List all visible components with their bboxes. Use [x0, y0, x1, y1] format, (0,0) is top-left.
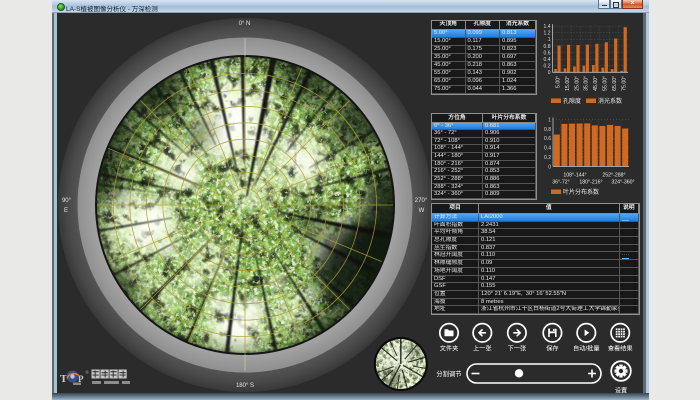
svg-text:0° N: 0° N	[239, 21, 251, 27]
svg-text:75.00°: 75.00°	[622, 76, 628, 91]
svg-text:1: 1	[548, 117, 551, 123]
svg-text:上一张: 上一张	[473, 345, 492, 353]
svg-text:查看结果: 查看结果	[608, 345, 633, 353]
svg-text:设置: 设置	[615, 387, 627, 395]
svg-text:下一张: 下一张	[508, 345, 527, 353]
svg-text:0.8: 0.8	[544, 44, 551, 50]
svg-text:5.00°: 5.00°	[555, 76, 561, 88]
svg-text:90°: 90°	[62, 198, 72, 204]
svg-text:®: ®	[86, 369, 90, 375]
svg-text:0: 0	[548, 164, 551, 170]
svg-text:W: W	[419, 208, 425, 214]
svg-text:180°-216°: 180°-216°	[579, 180, 602, 186]
svg-text:0.4: 0.4	[544, 57, 551, 63]
svg-text:65.00°: 65.00°	[612, 76, 618, 91]
svg-text:E: E	[64, 208, 68, 214]
svg-text:180° S: 180° S	[236, 383, 254, 389]
svg-text:0.6: 0.6	[544, 136, 551, 142]
svg-text:0: 0	[548, 70, 551, 76]
svg-text:0.8: 0.8	[544, 127, 551, 133]
svg-text:叶片分布系数: 叶片分布系数	[563, 188, 599, 196]
svg-text:0.6: 0.6	[544, 50, 551, 56]
svg-text:35.00°: 35.00°	[584, 76, 590, 91]
svg-text:0.4: 0.4	[544, 146, 551, 152]
svg-text:文件夹: 文件夹	[440, 345, 459, 353]
svg-text:108°-144°: 108°-144°	[563, 173, 586, 179]
svg-text:252°-288°: 252°-288°	[602, 173, 625, 179]
svg-text:45.00°: 45.00°	[593, 76, 599, 91]
svg-text:1.2: 1.2	[544, 31, 551, 37]
svg-text:36°-72°: 36°-72°	[552, 180, 569, 186]
svg-text:15.00°: 15.00°	[565, 76, 571, 91]
svg-text:自动/批量: 自动/批量	[573, 345, 599, 353]
svg-text:分割调节: 分割调节	[436, 369, 461, 378]
svg-text:1: 1	[548, 37, 551, 43]
svg-text:0.2: 0.2	[544, 64, 551, 70]
svg-text:保存: 保存	[546, 345, 558, 353]
svg-text:55.00°: 55.00°	[603, 76, 609, 91]
svg-text:消光系数: 消光系数	[598, 97, 622, 105]
svg-text:1.4: 1.4	[544, 24, 551, 30]
svg-text:270°: 270°	[415, 198, 428, 204]
svg-text:25.00°: 25.00°	[574, 76, 580, 91]
svg-text:324°-360°: 324°-360°	[611, 180, 634, 186]
svg-text:孔隙度: 孔隙度	[563, 97, 581, 105]
svg-text:0.2: 0.2	[544, 155, 551, 161]
